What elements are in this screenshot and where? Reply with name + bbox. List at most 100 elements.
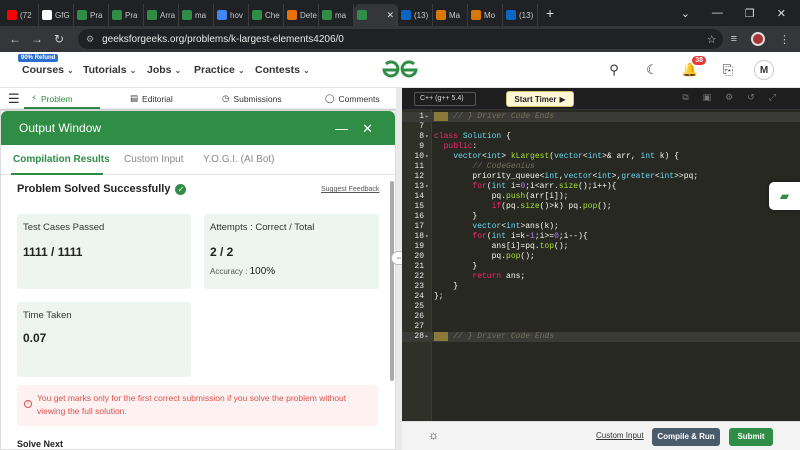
code-line: 12 priority_queue<int,vector<int>,greate… bbox=[414, 172, 699, 181]
attempts-label: Attempts : Correct / Total bbox=[210, 222, 315, 233]
code-line: 20 pq.pop(); bbox=[414, 252, 535, 261]
reset-icon[interactable]: ↺ bbox=[747, 92, 755, 103]
reload-icon[interactable]: ↻ bbox=[48, 32, 70, 46]
browser-tab[interactable]: Che bbox=[249, 4, 284, 26]
chevron-down-icon: ⌄ bbox=[302, 66, 310, 75]
tab-editorial[interactable]: ▤ Editorial bbox=[130, 93, 173, 104]
dark-mode-icon[interactable]: ☾ bbox=[640, 58, 664, 82]
nav-label: Practice bbox=[194, 64, 235, 76]
tab-comments[interactable]: ◯ Comments bbox=[325, 93, 380, 104]
start-timer-button[interactable]: Start Timer ▶ bbox=[506, 91, 574, 107]
bookmark-star-icon[interactable]: ☆ bbox=[707, 33, 717, 46]
address-bar[interactable]: ⚙ geeksforgeeks.org/problems/k-largest-e… bbox=[78, 29, 723, 49]
tab-search-icon[interactable]: ⌄ bbox=[681, 7, 690, 20]
site-info-icon[interactable]: ⚙ bbox=[86, 34, 94, 45]
play-icon: ▶ bbox=[559, 94, 566, 104]
accuracy-line: Accuracy : 100% bbox=[210, 266, 275, 277]
browser-tab[interactable]: Ma bbox=[433, 4, 468, 26]
browser-tab[interactable]: (72 bbox=[4, 4, 39, 26]
code-line: 23 } bbox=[414, 282, 459, 291]
gfg-icon bbox=[112, 10, 122, 20]
minimize-panel-icon[interactable]: — bbox=[335, 121, 348, 137]
browser-tab[interactable]: ma bbox=[179, 4, 214, 26]
gfg-icon bbox=[357, 10, 367, 20]
tab-label: Editorial bbox=[142, 93, 173, 104]
minimize-icon[interactable]: — bbox=[712, 7, 723, 19]
suggest-feedback-link[interactable]: Suggest Feedback bbox=[321, 186, 379, 193]
avatar[interactable]: M bbox=[754, 60, 774, 80]
status-text: Problem Solved Successfully bbox=[17, 183, 171, 195]
chevron-down-icon: ⌄ bbox=[174, 66, 182, 75]
nav-jobs[interactable]: Jobs ⌄ bbox=[147, 64, 181, 76]
close-tab-icon[interactable]: ✕ bbox=[386, 10, 394, 21]
close-panel-icon[interactable]: ✕ bbox=[362, 121, 373, 137]
browser-tab[interactable]: ✕ bbox=[354, 4, 398, 26]
code-line: 15 if(pq.size()>k) pq.pop(); bbox=[414, 202, 612, 211]
submit-button[interactable]: Submit bbox=[729, 428, 773, 446]
youtube-icon bbox=[7, 10, 17, 20]
tab-submissions[interactable]: ◷ Submissions bbox=[222, 93, 282, 104]
forward-icon[interactable]: → bbox=[26, 32, 48, 46]
output-window: Output Window — ✕ Compilation Results Cu… bbox=[0, 110, 396, 450]
media-icon[interactable]: ≡ bbox=[731, 33, 737, 45]
back-icon[interactable]: ← bbox=[4, 32, 26, 46]
language-select[interactable]: C++ (g++ 5.4) bbox=[414, 92, 476, 106]
gfg-icon bbox=[147, 10, 157, 20]
paste-icon[interactable]: ▣ bbox=[703, 92, 712, 103]
browser-tab[interactable]: Arra bbox=[144, 4, 179, 26]
gfg-icon bbox=[252, 10, 262, 20]
compile-run-button[interactable]: Compile & Run bbox=[652, 428, 720, 446]
profile-avatar[interactable] bbox=[751, 32, 765, 46]
browser-tab-label: (72 bbox=[20, 10, 32, 20]
copy-icon[interactable]: ⧉ bbox=[682, 92, 688, 103]
nav-tutorials[interactable]: Tutorials ⌄ bbox=[83, 64, 136, 76]
custom-input-link[interactable]: Custom Input bbox=[596, 431, 644, 440]
nav-contests[interactable]: Contests ⌄ bbox=[255, 64, 310, 76]
spark-icon bbox=[287, 10, 297, 20]
code-line: 26 bbox=[414, 312, 424, 321]
browser-tab[interactable]: Mo bbox=[468, 4, 503, 26]
refund-badge: 90% Refund bbox=[18, 54, 59, 62]
gfg-logo[interactable] bbox=[380, 60, 420, 85]
nav-label: Jobs bbox=[147, 64, 172, 76]
output-scrollbar[interactable] bbox=[390, 181, 394, 381]
theme-toggle-icon[interactable]: ☼ bbox=[428, 428, 439, 442]
code-line: 11 // CodeGenius bbox=[414, 162, 535, 171]
browser-tab[interactable]: Pra bbox=[74, 4, 109, 26]
chat-icon[interactable]: ▰ bbox=[769, 182, 800, 210]
browser-tab[interactable]: Dete bbox=[284, 4, 319, 26]
chrome-menu-icon[interactable]: ⋮ bbox=[779, 33, 790, 46]
close-window-icon[interactable]: ✕ bbox=[777, 7, 786, 20]
notification-bell-icon[interactable]: 🔔 38 bbox=[678, 56, 706, 82]
new-tab-icon[interactable]: + bbox=[546, 5, 554, 21]
tab-custom-input[interactable]: Custom Input bbox=[124, 154, 183, 165]
translate-icon[interactable]: ⎘ bbox=[716, 58, 740, 82]
clock-icon: ◷ bbox=[222, 93, 230, 103]
browser-tab[interactable]: GfG bbox=[39, 4, 74, 26]
tab-label: Comments bbox=[338, 93, 380, 104]
browser-tab[interactable]: Pra bbox=[109, 4, 144, 26]
output-window-title: Output Window bbox=[19, 121, 102, 135]
fullscreen-icon[interactable]: ⤢ bbox=[769, 92, 776, 103]
menu-icon[interactable]: ☰ bbox=[8, 91, 26, 107]
browser-tab-label: Mo bbox=[484, 10, 496, 20]
code-line: 10 ▾ vector<int> kLargest(vector<int>& ar… bbox=[414, 152, 679, 161]
search-icon[interactable]: ⚲ bbox=[602, 58, 626, 82]
time-taken-card: Time Taken 0.07 bbox=[17, 302, 191, 377]
settings-icon[interactable]: ⚙ bbox=[725, 92, 733, 103]
tab-problem[interactable]: ⚡ Problem bbox=[31, 93, 73, 104]
tab-yogi-ai-bot[interactable]: Y.O.G.I. (AI Bot) bbox=[203, 154, 275, 165]
tab-compilation-results[interactable]: Compilation Results bbox=[13, 154, 110, 165]
code-line: 24}; bbox=[414, 292, 444, 301]
maximize-icon[interactable]: ❐ bbox=[745, 7, 755, 20]
browser-tab-label: Pra bbox=[125, 10, 138, 20]
browser-tab[interactable]: (13) bbox=[503, 4, 538, 26]
code-editor[interactable]: 1 ▸ // } Driver Code Ends 7 8 ▾ class Solut… bbox=[402, 110, 800, 421]
browser-tab[interactable]: hov bbox=[214, 4, 249, 26]
nav-courses[interactable]: Courses ⌄ bbox=[22, 64, 74, 76]
browser-tab[interactable]: ma bbox=[319, 4, 354, 26]
browser-tab[interactable]: (13) bbox=[398, 4, 433, 26]
nav-practice[interactable]: Practice ⌄ bbox=[194, 64, 245, 76]
code-line: 22 return ans; bbox=[414, 272, 526, 281]
gfg-icon bbox=[322, 10, 332, 20]
